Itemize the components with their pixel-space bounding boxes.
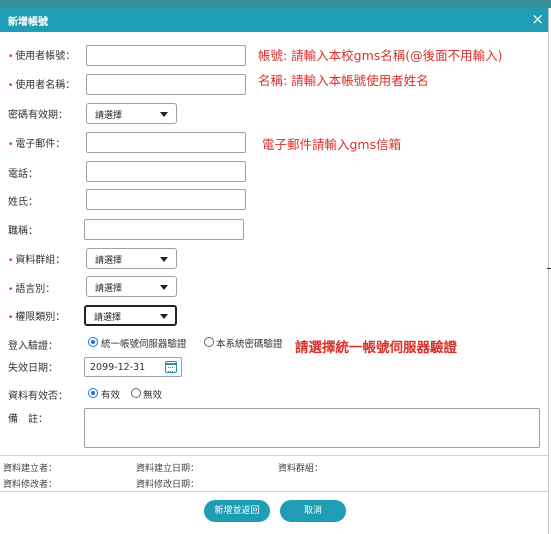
radio-valid-label: 有效 [101,390,121,401]
permission-select[interactable]: 請選擇 [84,305,177,326]
permission-label: • 權限類別： [8,308,65,323]
password-expiry-value: 請選擇 [95,111,123,121]
account-label: • 使用者帳號： [8,47,75,62]
account-hint: 帳號: 請輸入本校gms名稱(@後面不用輸入) [258,48,503,63]
account-label-text: 使用者帳號： [15,51,76,62]
email-input[interactable] [86,132,246,153]
phone-input[interactable] [86,161,246,182]
expire-date-value: 2099-12-31 [90,362,146,373]
modified-by-label: 資料修改者： [3,480,58,490]
language-label-text: 語言別： [15,284,56,295]
radio-valid[interactable] [88,388,98,398]
required-icon: • [8,313,14,323]
email-label-text: 電子郵件： [15,139,66,150]
password-expiry-label: 密碼有效期： [8,110,68,121]
data-group-value: 請選擇 [95,256,123,266]
name-hint: 名稱: 請輸入本帳號使用者姓名 [258,73,429,88]
job-title-label: 職稱： [8,226,38,237]
permission-value: 請選擇 [94,313,122,323]
modified-date-label: 資料修改日期： [136,480,200,490]
radio-unified-server-label: 統一帳號伺服器驗證 [101,339,187,350]
language-select[interactable]: 請選擇 [86,276,177,297]
data-group-label-text: 資料群組： [15,255,66,266]
chevron-down-icon [160,257,168,262]
footer-divider [0,491,548,492]
remarks-label: 備 註： [8,414,48,425]
surname-label: 姓氏： [8,197,38,208]
calendar-icon[interactable] [165,361,177,373]
login-auth-hint: 請選擇統一帳號伺服器驗證 [295,340,457,356]
radio-invalid[interactable] [131,388,141,398]
name-input[interactable] [86,74,246,95]
required-icon: • [8,52,14,62]
expire-date-label: 失效日期： [8,363,58,374]
meta-divider [0,455,548,456]
remarks-textarea[interactable] [84,408,540,448]
login-auth-label: 登入驗證： [8,341,58,352]
name-label-text: 使用者名稱： [15,80,76,91]
resize-handle[interactable] [547,268,551,269]
cancel-button[interactable]: 取消 [280,500,346,522]
language-value: 請選擇 [95,284,123,294]
email-hint: 電子郵件請輸入gms信箱 [262,137,402,152]
password-expiry-select[interactable]: 請選擇 [86,103,177,124]
group-label: 資料群組： [278,464,324,474]
required-icon: • [8,140,14,150]
required-icon: • [8,256,14,266]
job-title-input[interactable] [84,219,244,240]
permission-label-text: 權限類別： [15,312,66,323]
close-icon[interactable]: × [531,10,544,28]
dialog-title: 新增帳號 [8,17,48,28]
chevron-down-icon [160,285,168,290]
email-label: • 電子郵件： [8,135,65,150]
created-date-label: 資料建立日期： [136,464,200,474]
dialog-titlebar: 新增帳號 × [0,8,548,32]
top-accent-bar [0,0,551,8]
radio-invalid-label: 無效 [143,390,163,401]
required-icon: • [8,285,14,295]
radio-system-password-label: 本系統密碼驗證 [216,339,283,350]
save-return-button[interactable]: 新增並返回 [204,500,270,522]
data-group-label: • 資料群組： [8,251,65,266]
add-account-dialog: 新增帳號 × • 使用者帳號： 帳號: 請輸入本校gms名稱(@後面不用輸入) •… [0,0,551,534]
required-icon: • [8,81,14,91]
data-valid-label: 資料有效否： [8,391,68,402]
data-group-select[interactable]: 請選擇 [86,248,177,269]
language-label: • 語言別： [8,280,55,295]
radio-system-password[interactable] [204,337,214,347]
created-by-label: 資料建立者： [3,464,58,474]
surname-input[interactable] [86,189,246,210]
phone-label: 電話： [8,169,38,180]
chevron-down-icon [160,314,168,319]
chevron-down-icon [160,112,168,117]
account-input[interactable] [86,45,246,66]
radio-unified-server[interactable] [88,337,98,347]
expire-date-input[interactable]: 2099-12-31 [84,357,182,377]
name-label: • 使用者名稱： [8,76,75,91]
